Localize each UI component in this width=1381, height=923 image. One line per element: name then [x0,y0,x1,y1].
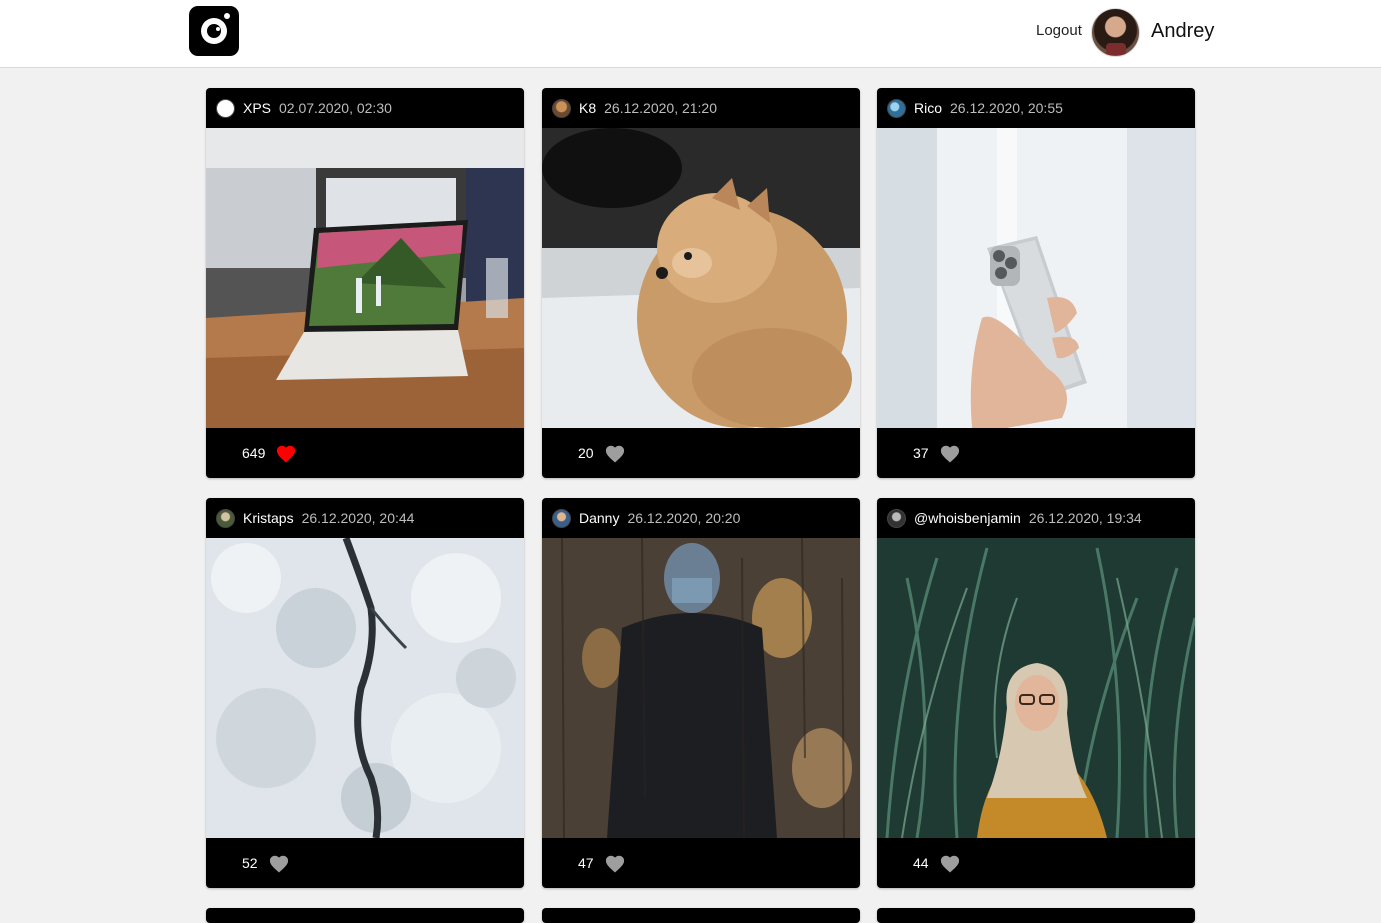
post-photo[interactable] [877,538,1195,838]
post-card: @whoisbenjamin 26.12.2020, 19:34 44 [877,498,1195,888]
post-date: 26.12.2020, 20:20 [627,510,741,526]
post-footer: 44 [877,838,1195,888]
avatar[interactable] [552,508,571,528]
post-date: 26.12.2020, 21:20 [604,100,718,116]
post-date: 02.07.2020, 02:30 [279,100,392,116]
heart-icon[interactable] [268,853,290,873]
post-footer: 37 [877,428,1195,478]
post-header: Danny 26.12.2020, 20:20 [542,498,860,538]
post-card: Danny 26.12.2020, 20:20 47 [542,498,860,888]
heart-icon[interactable] [604,443,626,463]
post-date: 26.12.2020, 19:34 [1028,510,1142,526]
camera-logo-icon[interactable] [189,6,239,56]
post-footer: 47 [542,838,860,888]
post-header: K8 26.12.2020, 21:20 [542,88,860,128]
post-author[interactable]: K8 [579,100,596,116]
post-header: XPS 02.07.2020, 02:30 [206,88,524,128]
post-footer: 649 [206,428,524,478]
post-photo[interactable] [206,128,524,428]
post-header: @whoisbenjamin 26.12.2020, 19:34 [877,498,1195,538]
like-count: 20 [578,445,594,461]
post-footer: 52 [206,838,524,888]
avatar[interactable] [216,98,235,118]
camera-flash [224,13,230,19]
like-count: 649 [242,445,266,461]
heart-icon[interactable] [275,443,297,463]
post-card [542,908,860,923]
post-footer: 20 [542,428,860,478]
post-photo[interactable] [542,128,860,428]
post-author[interactable]: Danny [579,510,619,526]
post-card: K8 26.12.2020, 21:20 20 [542,88,860,478]
avatar[interactable] [216,508,235,528]
like-count: 37 [913,445,929,461]
like-count: 52 [242,855,258,871]
post-date: 26.12.2020, 20:55 [950,100,1063,116]
camera-lens [201,18,227,44]
post-author[interactable]: Kristaps [243,510,294,526]
top-bar: Logout Andrey [0,0,1381,68]
post-photo[interactable] [206,538,524,838]
logout-link[interactable]: Logout [1036,22,1082,39]
post-header: Rico 26.12.2020, 20:55 [877,88,1195,128]
heart-icon[interactable] [604,853,626,873]
post-card: Kristaps 26.12.2020, 20:44 52 [206,498,524,888]
post-author[interactable]: Rico [914,100,942,116]
avatar[interactable] [552,98,571,118]
post-header: Kristaps 26.12.2020, 20:44 [206,498,524,538]
post-author[interactable]: XPS [243,100,271,116]
avatar[interactable] [887,508,906,528]
like-count: 44 [913,855,929,871]
post-card: XPS 02.07.2020, 02:30 649 [206,88,524,478]
avatar[interactable] [887,98,906,118]
post-photo[interactable] [877,128,1195,428]
like-count: 47 [578,855,594,871]
post-card [206,908,524,923]
heart-icon[interactable] [939,443,961,463]
heart-icon[interactable] [939,853,961,873]
post-card: Rico 26.12.2020, 20:55 37 [877,88,1195,478]
current-user-name[interactable]: Andrey [1151,20,1214,43]
post-card [877,908,1195,923]
post-photo[interactable] [542,538,860,838]
avatar[interactable] [1091,8,1140,57]
post-author[interactable]: @whoisbenjamin [914,510,1021,526]
post-date: 26.12.2020, 20:44 [301,510,415,526]
